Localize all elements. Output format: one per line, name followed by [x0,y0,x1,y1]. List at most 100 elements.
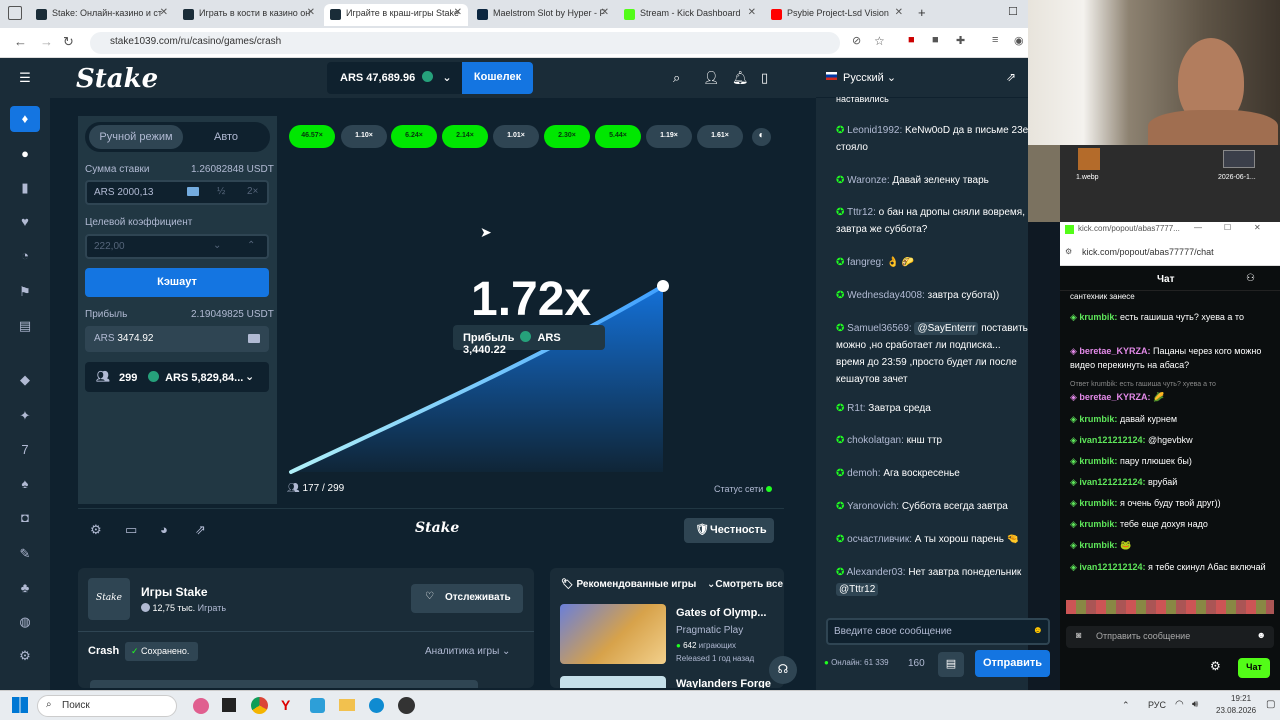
browser-tab[interactable]: Psybie Project-Lsd Vision ✕ [765,4,909,26]
bet-amount-field[interactable]: ARS 2000,13 ½ 2× [85,180,269,205]
close-icon[interactable]: ✕ [601,7,609,18]
back-icon[interactable]: ← [14,34,27,49]
history-chip[interactable]: 1.01× [493,125,539,148]
search-icon[interactable]: ⌕ [673,70,680,86]
extensions-puzzle-icon[interactable]: ✚ [956,34,965,47]
history-chip[interactable]: 1.10× [341,125,387,148]
chat-mention[interactable]: @Tttr12 [836,583,879,596]
clock-time[interactable]: 19:21 [1231,694,1251,703]
tab-actions-icon[interactable] [8,6,22,20]
follow-button[interactable]: ♡ Отслеживать [411,584,523,613]
bets-list-icon[interactable]: ▤ [16,318,34,336]
settings-icon[interactable]: ⚙ [90,522,102,538]
kick-chat-button[interactable]: Чат [1238,658,1270,678]
chat-username[interactable]: demoh: [847,468,880,479]
chrome-icon[interactable] [251,697,268,714]
users-icon[interactable]: ⚇ [1246,273,1255,284]
reading-list-icon[interactable]: ≡ [992,34,998,46]
notifications-icon[interactable]: ▢ [1266,699,1275,710]
kick-username[interactable]: ivan121212124: [1079,435,1145,445]
kick-send-input[interactable]: ◙ Отправить сообщение ☻ [1066,626,1274,648]
game2-title[interactable]: Waylanders Forge [676,678,771,688]
bookmark-icon[interactable]: ▮ [16,180,34,198]
emoji-icon[interactable]: ☻ [1032,625,1043,636]
chat-username[interactable]: fangreg: [847,257,884,268]
popout-icon[interactable]: ⇗ [195,522,206,538]
new-tab-icon[interactable]: + [918,5,926,20]
site-info-icon[interactable]: ⚙ [1065,247,1072,256]
fairness-button[interactable]: 🛡︎ Честность [684,518,774,543]
close-icon[interactable]: ✕ [1254,223,1261,232]
maximize-icon[interactable]: ☐ [1224,223,1231,232]
chat-username[interactable]: Tttr12: [847,207,876,218]
cashout-button[interactable]: Кэшаут [85,268,269,297]
volume-icon[interactable]: 🔊︎ [1192,699,1198,710]
windows-start-icon[interactable] [12,697,28,713]
clock-date[interactable]: 23.08.2026 [1216,706,1256,715]
chat-input[interactable]: Введите свое сообщение ☻ [826,618,1050,645]
no-tracking-icon[interactable]: ⊘ [852,34,861,47]
history-chip[interactable]: 1.61× [697,125,743,148]
chat-username[interactable]: Leonid1992: [847,125,902,136]
new-releases-icon[interactable]: ✦ [16,408,34,426]
extension-icon[interactable]: ■ [908,34,915,46]
close-icon[interactable]: ✕ [160,7,168,18]
browser-tab[interactable]: Stake: Онлайн-казино и ст ✕ [30,4,174,26]
history-chip[interactable]: 1.19× [646,125,692,148]
chevron-up-icon[interactable]: ⌃ [247,240,255,251]
desktop-image-icon[interactable] [1223,150,1255,168]
browser-tab-active[interactable]: Играйте в краш-игры Stake ✕ [324,4,468,26]
settings-icon[interactable]: ⚙ [16,648,34,666]
kick-username[interactable]: krumbik: [1079,519,1117,529]
exclusives-icon[interactable]: ✎ [16,546,34,564]
originals-icon[interactable]: ◆ [16,372,34,390]
support-headset-icon[interactable]: ☊ [769,656,797,684]
chat-username[interactable]: осчастливчик: [847,534,912,545]
kick-username[interactable]: beretae_KYRZA: [1079,392,1150,402]
manual-mode-tab[interactable]: Ручной режим [89,125,183,149]
chat-username[interactable]: Wednesday4008: [847,290,925,301]
recent-icon[interactable]: ◔ [16,248,34,266]
edge-icon[interactable] [369,698,384,713]
close-icon[interactable]: ✕ [307,7,315,18]
wifi-icon[interactable]: ◠ [1175,699,1184,710]
send-button[interactable]: Отправить [975,650,1050,677]
chat-toggle-icon[interactable]: ▯ [761,70,768,86]
app-icon[interactable] [310,698,325,713]
chat-username[interactable]: Alexander03: [847,567,906,578]
kick-username[interactable]: krumbik: [1079,456,1117,466]
app-icon[interactable] [193,698,209,714]
reload-icon[interactable]: ↻ [63,34,74,50]
chat-username[interactable]: Samuel36569: [847,323,912,334]
target-multiplier-field[interactable]: 222,00 ⌄ ⌃ [85,234,269,259]
slots-icon[interactable]: 7 [16,442,34,460]
file-explorer-icon[interactable] [339,699,355,711]
chat-username[interactable]: Yaronovich: [847,501,899,512]
history-chip[interactable]: 6.24× [391,125,437,148]
history-chip[interactable]: 46.57× [289,125,335,148]
history-toggle-icon[interactable]: ◐ [752,128,771,146]
see-all-link[interactable]: ⌄Смотреть все [707,579,783,590]
close-icon[interactable]: ✕ [454,7,462,18]
kick-username[interactable]: krumbik: [1079,540,1117,550]
notifications-bell-icon[interactable]: 🔔︎ [732,70,749,86]
forward-icon[interactable]: → [40,34,53,49]
close-icon[interactable]: ✕ [748,7,756,18]
tray-chevron-icon[interactable]: ⌃ [1122,700,1130,711]
menu-icon[interactable]: ☰ [16,70,34,88]
extension-icon[interactable]: ■ [932,34,939,46]
popout-icon[interactable]: ⇗ [1006,70,1016,84]
history-chip[interactable]: 2.30× [544,125,590,148]
game1-title[interactable]: Gates of Olymp... [676,607,766,619]
double-button[interactable]: 2× [247,186,258,197]
maximize-icon[interactable]: ☐ [1008,5,1018,18]
waylanders-forge-thumbnail[interactable] [560,676,666,688]
bookmark-star-icon[interactable]: ☆ [874,34,885,48]
wallet-button[interactable]: Кошелек [462,62,533,94]
chat-username[interactable]: chokolatgan: [847,435,904,446]
analytics-dropdown[interactable]: Аналитика игры ⌄ [425,646,510,657]
chat-username[interactable]: Waronze: [847,175,889,186]
taskbar-search[interactable]: ⌕ Поиск [37,695,177,717]
obs-icon[interactable] [398,697,415,714]
close-icon[interactable]: ✕ [895,7,903,18]
